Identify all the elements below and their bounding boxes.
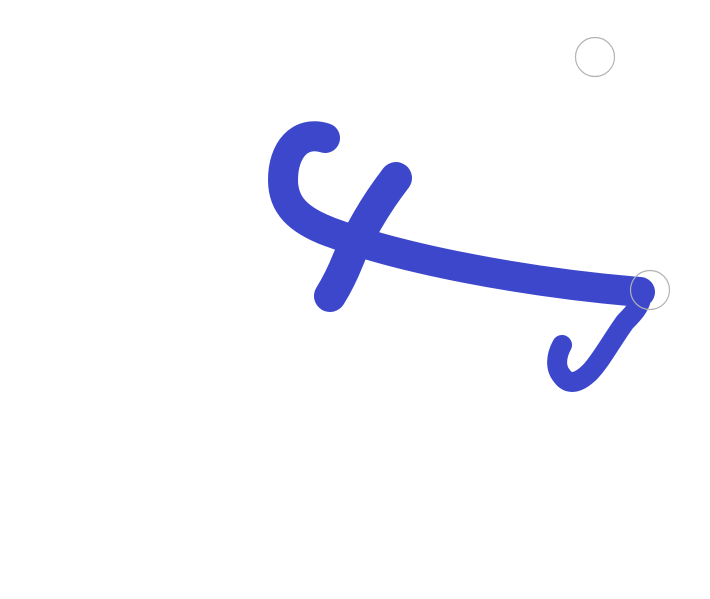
control-handle[interactable]	[574, 36, 616, 78]
stroke-3[interactable]	[547, 282, 652, 392]
drawing-surface[interactable]	[0, 0, 710, 599]
drawing-canvas[interactable]	[0, 0, 710, 599]
